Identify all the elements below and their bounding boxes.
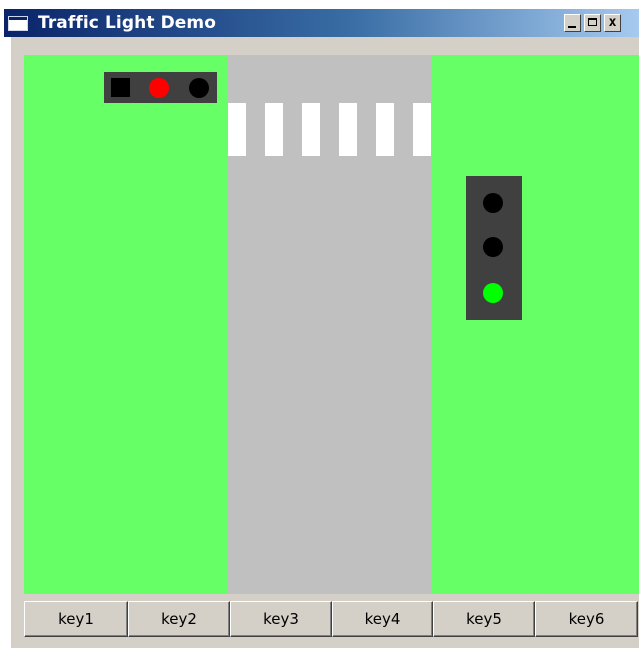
vehicle-lamp-green <box>483 283 503 303</box>
key6-button[interactable]: key6 <box>535 601 638 637</box>
road <box>228 55 432 594</box>
window-title: Traffic Light Demo <box>38 13 217 33</box>
pedestrian-lamp <box>189 78 209 98</box>
crosswalk-stripe <box>265 103 283 156</box>
pedestrian-lamp-square <box>111 78 130 97</box>
window-icon[interactable] <box>8 16 28 31</box>
maximize-button[interactable] <box>584 14 601 32</box>
key5-button[interactable]: key5 <box>433 601 535 637</box>
crosswalk-stripe <box>302 103 320 156</box>
crosswalk-stripe <box>376 103 394 156</box>
pedestrian-lamp-red <box>149 78 169 98</box>
vehicle-lamp-middle <box>483 237 503 257</box>
crosswalk-stripe <box>339 103 357 156</box>
traffic-scene-canvas <box>24 55 639 594</box>
key2-button[interactable]: key2 <box>128 601 230 637</box>
title-bar[interactable]: Traffic Light Demo x <box>4 9 639 37</box>
maximize-icon <box>588 18 597 26</box>
close-button[interactable]: x <box>604 14 621 32</box>
close-icon: x <box>608 15 617 30</box>
key1-button[interactable]: key1 <box>24 601 128 637</box>
vehicle-lamp-top <box>483 193 503 213</box>
minimize-icon <box>568 26 576 28</box>
pedestrian-signal <box>104 72 217 103</box>
key-button-bar: key1 key2 key3 key4 key5 key6 <box>24 601 639 637</box>
key4-button[interactable]: key4 <box>332 601 433 637</box>
vehicle-signal <box>466 176 522 320</box>
key3-button[interactable]: key3 <box>230 601 332 637</box>
crosswalk-stripe <box>413 103 431 156</box>
crosswalk-stripe <box>228 103 246 156</box>
minimize-button[interactable] <box>564 14 581 32</box>
